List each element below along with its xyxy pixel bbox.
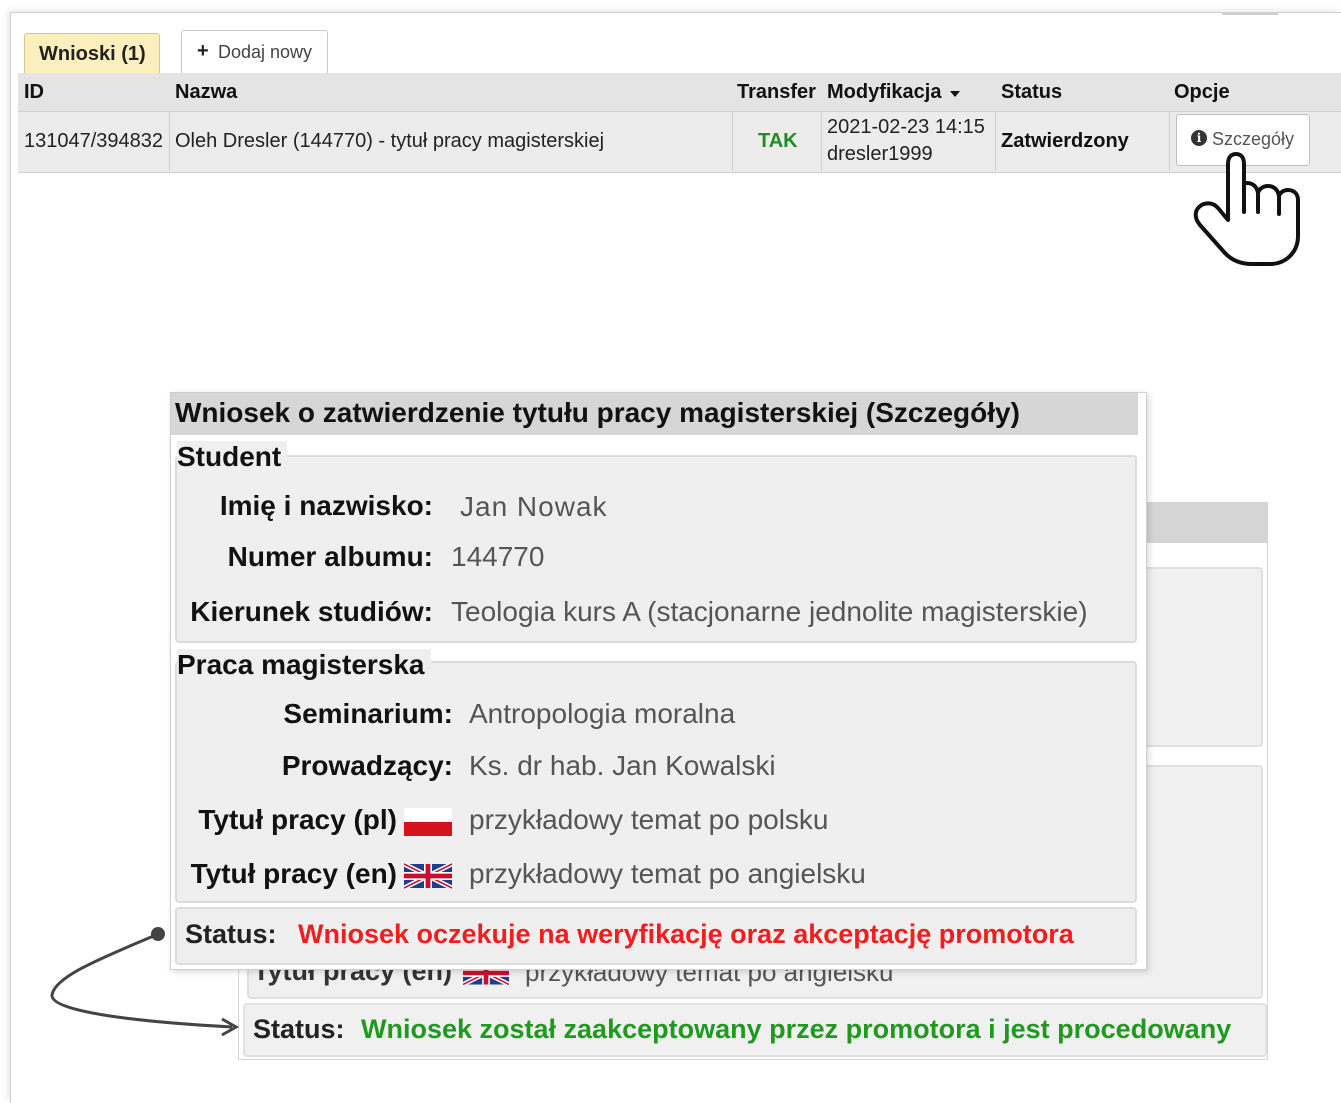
status-approved-text: Wniosek został zaakceptowany przez promo…	[361, 1014, 1232, 1044]
col-header-modified-label: Modyfikacja	[827, 81, 942, 103]
album-label: Numer albumu:	[227, 541, 433, 572]
pl-flag-icon	[404, 808, 452, 836]
col-header-name: Nazwa	[175, 81, 238, 103]
supervisor-label: Prowadzący:	[281, 750, 453, 781]
scroll-indicator	[1222, 12, 1278, 15]
field-of-study-label: Kierunek studiów:	[190, 596, 433, 627]
column-divider	[995, 111, 996, 171]
thesis-legend: Praca magisterska	[177, 649, 431, 681]
status-label: Status:	[185, 919, 277, 949]
column-divider	[821, 111, 822, 171]
col-header-options: Opcje	[1174, 81, 1230, 103]
tab-requests-label: Wnioski (1)	[39, 43, 146, 65]
student-legend: Student	[177, 441, 288, 473]
album-value: 144770	[451, 541, 545, 572]
cell-name: Oleh Dresler (144770) - tytuł pracy magi…	[175, 130, 605, 152]
status-fieldset: Status: Wniosek został zaakceptowany prz…	[243, 1003, 1267, 1057]
add-new-tab[interactable]: + Dodaj nowy	[181, 30, 328, 73]
seminar-label: Seminarium:	[283, 698, 453, 729]
title-en-label: Tytuł pracy (en)	[190, 858, 397, 889]
title-pl-value: przykładowy temat po polsku	[469, 804, 829, 835]
column-divider	[1169, 111, 1170, 171]
status-pending-text: Wniosek oczekuje na weryfikację oraz akc…	[298, 919, 1074, 949]
plus-icon: +	[197, 40, 209, 62]
caret-down-icon	[950, 91, 961, 97]
table-row: 131047/394832 Oleh Dresler (144770) - ty…	[18, 111, 1341, 172]
hand-pointer-icon	[1193, 152, 1300, 266]
requests-table: ID Nazwa Transfer Modyfikacja Status Opc…	[18, 73, 1341, 173]
details-button-label: Szczegóły	[1212, 129, 1295, 149]
name-value: Jan Nowak	[460, 491, 608, 522]
title-en-value: przykładowy temat po angielsku	[469, 858, 866, 889]
col-header-id: ID	[24, 81, 44, 103]
cell-transfer: TAK	[758, 130, 798, 152]
col-header-modified[interactable]: Modyfikacja	[827, 81, 961, 104]
info-icon: i	[1191, 130, 1207, 146]
uk-flag-icon	[404, 863, 452, 889]
cell-id: 131047/394832	[24, 130, 164, 152]
name-label: Imię i nazwisko:	[219, 490, 433, 521]
details-panel-pending: Wniosek o zatwierdzenie tytułu pracy mag…	[170, 392, 1147, 970]
column-divider	[169, 111, 170, 171]
cell-modified-date: 2021-02-23 14:15	[827, 116, 985, 138]
cell-modified-user: dresler1999	[827, 143, 933, 165]
seminar-value: Antropologia moralna	[469, 698, 736, 729]
tab-requests[interactable]: Wnioski (1)	[24, 33, 160, 73]
status-label: Status:	[253, 1014, 345, 1044]
add-new-label: Dodaj nowy	[218, 42, 313, 62]
panel-title: Wniosek o zatwierdzenie tytułu pracy mag…	[175, 397, 1020, 428]
cell-status: Zatwierdzony	[1001, 130, 1129, 152]
status-fieldset: Status: Wniosek oczekuje na weryfikację …	[175, 907, 1137, 965]
column-divider	[732, 111, 733, 171]
col-header-transfer: Transfer	[737, 81, 816, 103]
supervisor-value: Ks. dr hab. Jan Kowalski	[469, 750, 776, 781]
col-header-status: Status	[1001, 81, 1063, 103]
title-pl-label: Tytuł pracy (pl)	[198, 804, 397, 835]
field-of-study-value: Teologia kurs A (stacjonarne jednolite m…	[451, 596, 1088, 627]
panel-header: Wniosek o zatwierdzenie tytułu pracy mag…	[171, 393, 1138, 435]
